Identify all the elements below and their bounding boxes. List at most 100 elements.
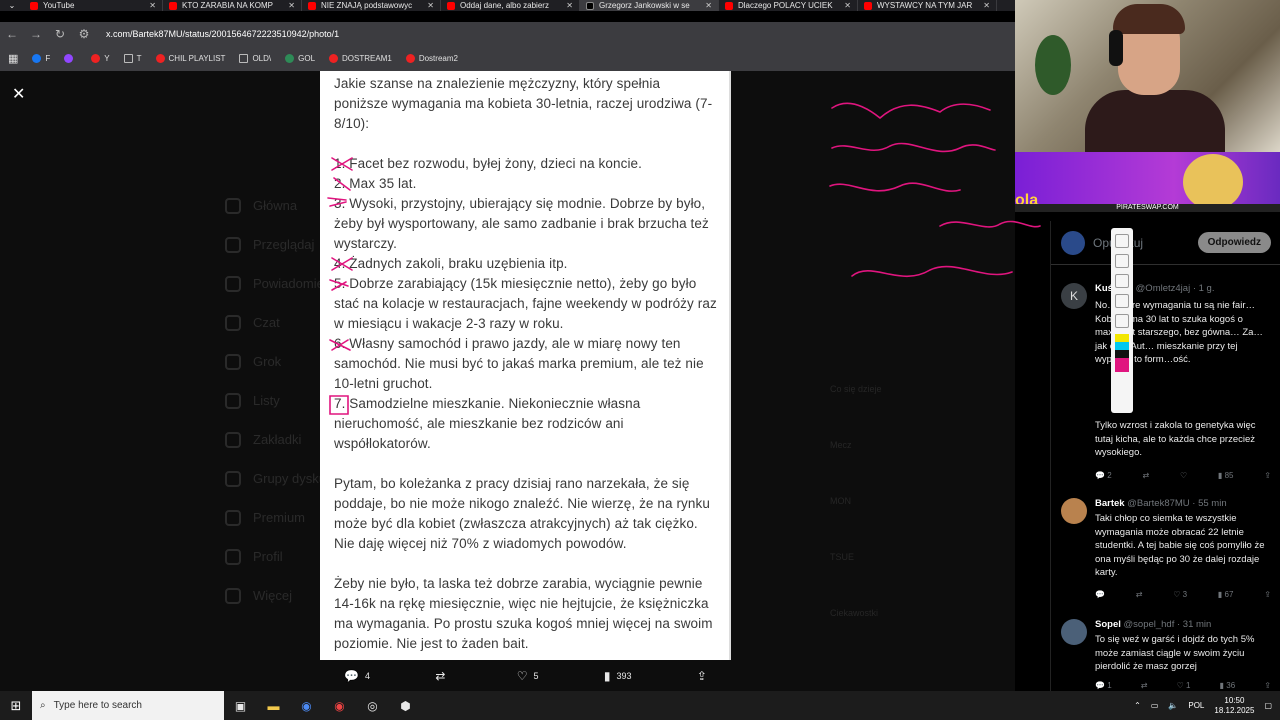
chrome-icon[interactable]: ◉	[290, 699, 323, 713]
tab-title: WYSTAWCY NA TYM JAR	[877, 1, 973, 10]
close-icon[interactable]: ✕	[844, 1, 851, 10]
undo-icon[interactable]	[1115, 254, 1129, 268]
browser-tab[interactable]: KTO ZARABIA NA KOMP ✕	[163, 0, 302, 11]
author-handle[interactable]: @Bartek87MU · 55 min	[1127, 498, 1226, 509]
author-name[interactable]: Sopel	[1095, 619, 1121, 630]
bookmark-item[interactable]: Y	[91, 53, 110, 63]
author-handle[interactable]: @sopel_hdf · 31 min	[1124, 619, 1212, 630]
back-icon[interactable]: ←	[0, 27, 24, 41]
browser-tab[interactable]: Dlaczego POLACY UCIEK ✕	[719, 0, 858, 11]
share-button[interactable]: ⇪	[697, 669, 707, 683]
apps-grid-icon[interactable]: ▦	[8, 52, 18, 65]
taskbar-search[interactable]: ⌕ Type here to search	[32, 691, 224, 720]
share-icon[interactable]: ⇪	[1264, 471, 1271, 480]
tab-search-icon[interactable]: ⌄	[0, 0, 24, 11]
color-swatch-pink[interactable]	[1115, 358, 1129, 372]
avatar[interactable]	[1061, 619, 1087, 645]
author-handle[interactable]: @Omletz4jaj · 1 g.	[1136, 283, 1215, 294]
author-name[interactable]: Bartek	[1095, 498, 1125, 509]
bookmark-item[interactable]	[64, 53, 77, 63]
close-icon[interactable]: ✕	[149, 1, 156, 10]
site-info-icon[interactable]: ⚙	[72, 27, 96, 41]
file-explorer-icon[interactable]: ▬	[257, 699, 290, 713]
language-indicator[interactable]: POL	[1188, 701, 1204, 710]
bookmark-label: OLD\	[252, 53, 272, 63]
close-icon[interactable]: ✕	[427, 1, 434, 10]
dimmed-trends: Co się dzieje Mecz MON TSUE Ciekawostki	[830, 384, 882, 618]
avatar[interactable]: K	[1061, 283, 1087, 309]
bookmark-item[interactable]: Dostream2	[405, 53, 458, 63]
close-icon[interactable]: ✕	[983, 1, 990, 10]
close-icon[interactable]: ✕	[288, 1, 295, 10]
annotation-toolbox	[1111, 228, 1133, 413]
obs-icon[interactable]: ◎	[356, 699, 389, 713]
camera-icon[interactable]	[1115, 294, 1129, 308]
view-count[interactable]: ▮ 85	[1218, 471, 1234, 480]
trash-icon[interactable]	[1115, 274, 1129, 288]
reply-input[interactable]: Opublikuj	[1093, 236, 1190, 250]
bookmark-item[interactable]: DOSTREAM1	[329, 53, 392, 63]
avatar[interactable]	[1061, 498, 1087, 524]
reply-count[interactable]: 💬 2	[1095, 471, 1112, 480]
share-icon: ⇪	[696, 669, 707, 683]
taskbar: ⊞ ⌕ Type here to search ▣ ▬ ◉ ◉ ◎ ⬢ ⌃ ▭ …	[0, 691, 1280, 720]
browser-tab[interactable]: YouTube ✕	[24, 0, 163, 11]
replies-panel: Opublikuj Odpowiedz K Kuś…45 @Omletz4jaj…	[1050, 221, 1280, 691]
view-count[interactable]: ▮ 36	[1220, 681, 1236, 690]
tweet-text: To się weź w garść i dojdź do tych 5% mo…	[1095, 634, 1255, 672]
network-icon[interactable]: ▭	[1151, 701, 1159, 710]
share-icon[interactable]: ⇪	[1264, 681, 1271, 690]
pen-icon[interactable]	[1115, 234, 1129, 248]
bookmark-item[interactable]: F	[32, 53, 50, 63]
volume-icon[interactable]: 🔈	[1168, 701, 1178, 710]
view-count[interactable]: ▮ 67	[1218, 590, 1234, 599]
share-icon[interactable]: ⇪	[1264, 590, 1271, 599]
browser-tab[interactable]: WYSTAWCY NA TYM JAR ✕	[858, 0, 997, 11]
browser-tab[interactable]: Oddaj dane, albo zabierz ✕	[441, 0, 580, 11]
close-icon[interactable]: ✕	[566, 1, 573, 10]
url-field[interactable]: x.com/Bartek87MU/status/2001564672223510…	[106, 29, 339, 39]
tray-chevron-icon[interactable]: ⌃	[1134, 701, 1141, 710]
clock[interactable]: 10:50 18.12.2025	[1214, 696, 1254, 716]
reply-tweet[interactable]: K Kuś…45 @Omletz4jaj · 1 g. No… które wy…	[1061, 283, 1279, 488]
windows-start-icon[interactable]: ⊞	[0, 698, 32, 714]
chrome-profile-icon[interactable]: ◉	[323, 699, 356, 713]
reload-icon[interactable]: ↻	[48, 27, 72, 41]
like-count[interactable]: ♡ 1	[1177, 681, 1191, 690]
bookmark-item[interactable]: T	[123, 53, 142, 63]
clipboard-icon[interactable]	[1115, 314, 1129, 328]
color-swatch-black[interactable]	[1115, 350, 1129, 358]
stream-banner: ola PIRATESWAP.COM	[1015, 152, 1280, 212]
color-swatch-cyan[interactable]	[1115, 342, 1129, 350]
repost-button[interactable]: ⇄	[435, 669, 451, 683]
reply-count[interactable]: 💬 1	[1095, 681, 1112, 690]
repost-icon[interactable]: ⇄	[1142, 471, 1149, 480]
app-pin-icon[interactable]: ⬢	[389, 699, 422, 713]
reply-tweet[interactable]: Sopel @sopel_hdf · 31 min To się weź w g…	[1061, 619, 1279, 691]
like-count[interactable]: ♡ 3	[1173, 590, 1187, 599]
close-icon[interactable]: ✕	[12, 84, 25, 104]
reply-button[interactable]: 💬 4	[344, 669, 370, 683]
youtube-icon	[30, 1, 38, 10]
notification-icon[interactable]: ▢	[1264, 701, 1272, 710]
repost-icon[interactable]: ⇄	[1136, 590, 1143, 599]
views-button[interactable]: ▮ 393	[604, 669, 632, 683]
like-button[interactable]: ♡ 5	[517, 669, 539, 683]
reply-submit-button[interactable]: Odpowiedz	[1197, 232, 1271, 253]
bookmark-item[interactable]: GOL	[285, 53, 316, 63]
browser-tab[interactable]: Grzegorz Jankowski w se ✕	[580, 0, 719, 11]
color-swatch-yellow[interactable]	[1115, 334, 1129, 342]
reply-icon[interactable]: 💬	[1095, 590, 1105, 599]
close-icon[interactable]: ✕	[705, 1, 712, 10]
repost-icon[interactable]: ⇄	[1141, 681, 1148, 690]
tab-title: Dlaczego POLACY UCIEK	[738, 1, 833, 10]
bookmark-item[interactable]: CHIL PLAYLIST	[155, 53, 225, 63]
bookmark-label: GOL	[298, 53, 316, 63]
forward-icon[interactable]: →	[24, 27, 48, 41]
browser-tab[interactable]: NIE ZNAJĄ podstawowyc ✕	[302, 0, 441, 11]
heart-icon[interactable]: ♡	[1180, 471, 1187, 480]
reply-tweet[interactable]: Bartek @Bartek87MU · 55 min Taki chłop c…	[1061, 498, 1279, 608]
bookmark-item[interactable]: OLD\	[239, 53, 272, 63]
task-view-icon[interactable]: ▣	[224, 699, 257, 713]
tweet-action-bar: 💬 4 ⇄ ♡ 5 ▮ 393 ⇪	[320, 664, 731, 688]
